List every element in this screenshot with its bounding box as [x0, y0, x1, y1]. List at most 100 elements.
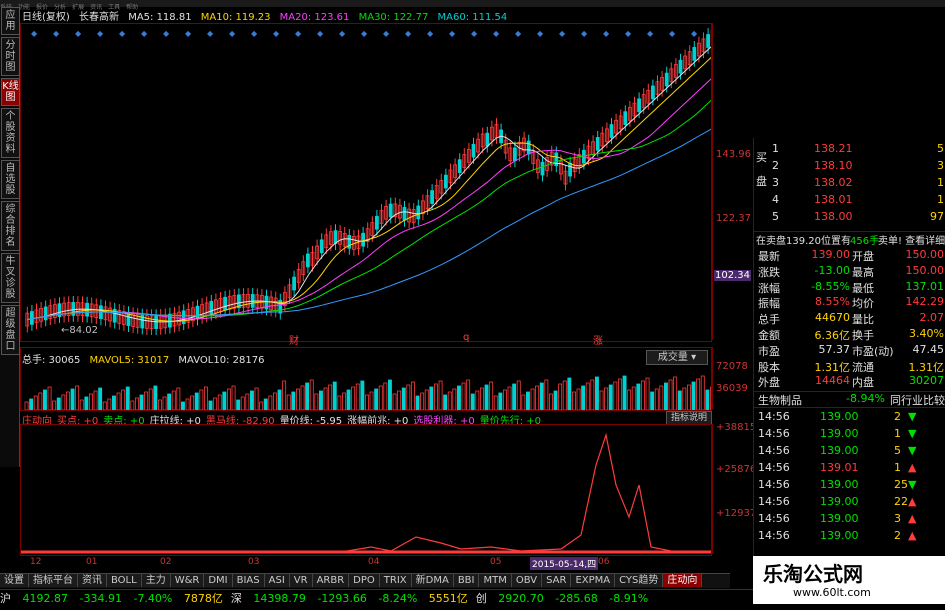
mavol5-label: MAVOL5: 31017	[89, 355, 170, 366]
volume-bar	[489, 381, 494, 411]
quote-key: 流通	[852, 360, 874, 374]
big-order-info[interactable]: 在卖盘139.20位置有 456手 卖单! 查看详细	[754, 231, 945, 247]
volume-bar	[525, 391, 530, 411]
bid-level-row[interactable]: 4 138.01 1	[754, 193, 945, 208]
indicator-tab[interactable]: ARBR	[312, 574, 350, 587]
marker-diamond: ◆	[53, 29, 60, 38]
volume-bar	[305, 382, 310, 411]
arrow-down-icon: ▼	[908, 444, 917, 457]
indicator-tab[interactable]: 庄动向	[663, 574, 703, 587]
candle-body	[43, 306, 48, 321]
bid-level-row[interactable]: 2 138.10 3	[754, 159, 945, 174]
indicator-tab[interactable]: MTM	[479, 574, 512, 587]
volume-bar	[61, 394, 66, 411]
volume-bar	[392, 393, 397, 411]
volume-bar	[139, 394, 144, 411]
volume-bar	[185, 398, 190, 411]
cy-label: 创	[475, 592, 487, 605]
scale-mid: 122.37	[716, 213, 751, 224]
volume-bar	[33, 395, 38, 411]
quote-key: 外盘	[758, 376, 780, 390]
marker-diamond: ◆	[449, 29, 456, 38]
quote-value: 150.00	[905, 263, 945, 277]
left-nav-tab[interactable]: 自选股	[1, 160, 20, 199]
big-order-link[interactable]: 卖单! 查看详细	[878, 232, 945, 247]
volume-bar	[429, 386, 434, 411]
period-label[interactable]: 日线(复权)	[22, 12, 70, 23]
indicator-tab[interactable]: 新DMA	[411, 574, 454, 587]
indicator-tab[interactable]: 主力	[141, 574, 171, 587]
bid-level-row[interactable]: 5 138.00 97	[754, 210, 945, 225]
volume-bar	[162, 396, 167, 411]
quote-value: 142.29	[905, 295, 945, 309]
candle-body	[664, 72, 669, 87]
left-nav-tab[interactable]: 个股资料	[1, 108, 20, 158]
left-nav-tab[interactable]: 分时图	[1, 37, 20, 76]
volume-bar	[682, 387, 687, 411]
indicator-tab[interactable]: DMI	[204, 574, 233, 587]
tick-volume: 25	[894, 478, 908, 491]
indicator-tab[interactable]: BBI	[453, 574, 480, 587]
left-nav-tab[interactable]: K线图	[1, 78, 20, 106]
indicator-chart[interactable]	[20, 424, 712, 556]
indicator-tab[interactable]: BIAS	[232, 574, 265, 587]
indicator-tab[interactable]: ASI	[264, 574, 290, 587]
indicator-tab[interactable]: DPO	[349, 574, 380, 587]
quote-value: 2.07	[919, 311, 945, 325]
arrow-down-icon: ▼	[908, 427, 917, 440]
volume-bar	[641, 380, 645, 411]
volume-bar	[650, 391, 655, 411]
indicator-tab[interactable]: EXPMA	[571, 574, 616, 587]
indicator-tab[interactable]: TRIX	[379, 574, 412, 587]
volume-bar	[249, 390, 254, 411]
candle-body	[651, 85, 655, 100]
quote-key: 涨幅	[758, 281, 780, 295]
indicator-tab[interactable]: 设置	[0, 574, 29, 587]
left-nav-tab[interactable]: 应用	[1, 7, 20, 35]
volume-bar	[677, 390, 682, 411]
indicator-tab[interactable]: VR	[289, 574, 313, 587]
bid-level-row[interactable]: 3 138.02 1	[754, 176, 945, 191]
indicator-tab[interactable]: 指标平台	[29, 574, 78, 587]
tick-volume: 5	[894, 444, 901, 457]
indicator-tab[interactable]: OBV	[511, 574, 543, 587]
candle-body	[29, 311, 34, 325]
tick-row: 14:56 139.00 25 ▼	[754, 478, 945, 493]
kline-chart[interactable]: ◆ ◆ ◆ ◆ ◆ ◆ ◆ ◆ ◆ ◆ ◆ ◆ ◆ ◆ ◆ ◆ ◆ ◆ ◆ ◆ ◆ ◆ ◆ ◆ ◆ ◆ ◆ ◆ ◆ ◆ ◆ ←84.02 财…	[20, 23, 715, 347]
bid-level-row[interactable]: 1 138.21 5	[754, 142, 945, 157]
volume-bar	[254, 387, 259, 411]
left-nav-tab[interactable]: 牛叉诊股	[1, 253, 20, 303]
marker-diamond: ◆	[163, 29, 170, 38]
time-axis: 12 01 02 03 04 05 2015-05-14,四 06	[20, 556, 710, 570]
volume-bar	[222, 391, 227, 411]
sector-row[interactable]: 生物制品 -8.94% 同行业比较	[754, 391, 945, 408]
quote-row: 最新 139.00 开盘 150.00	[754, 248, 945, 263]
tick-row: 14:56 139.00 2 ▲	[754, 529, 945, 544]
volume-select-button[interactable]: 成交量 ▾	[646, 350, 708, 365]
indicator-tab[interactable]: 资讯	[78, 574, 107, 587]
candle-body	[402, 206, 407, 221]
volume-bar	[98, 387, 103, 411]
quote-row: 股本 1.31亿 流通 1.31亿	[754, 359, 945, 374]
indicator-tab[interactable]: CYS趋势	[615, 574, 664, 587]
indicator-help-button[interactable]: 指标说明	[666, 411, 712, 425]
quote-panel: 买盘 1 138.21 5 2 138.10 3 3 138.02 1 4 138.01 1 5 138.…	[753, 138, 945, 578]
volume-bar	[236, 399, 241, 411]
left-nav: 应用分时图 K线图个股资料自选股综合排名牛叉诊股超级盘口	[0, 7, 20, 467]
marker-zhang: 涨	[593, 336, 603, 347]
volume-bar	[125, 386, 130, 411]
volume-bar	[553, 390, 558, 411]
sector-compare-link[interactable]: 同行业比较	[890, 392, 945, 408]
left-nav-tab[interactable]: 超级盘口	[1, 305, 20, 355]
volume-bar	[420, 392, 425, 411]
indicator-tab[interactable]: BOLL	[107, 574, 142, 587]
quote-value: 1.31亿	[908, 360, 945, 374]
ma30-label: MA30: 122.77	[358, 12, 429, 23]
indicator-tab[interactable]: W&R	[170, 574, 205, 587]
arrow-up-icon: ▲	[908, 495, 917, 508]
left-nav-tab[interactable]: 综合排名	[1, 201, 20, 251]
indicator-tab[interactable]: SAR	[542, 574, 572, 587]
tick-price: 139.00	[820, 444, 859, 457]
volume-bar	[576, 388, 581, 411]
indicator-scale: +388157 +258766 +129376	[712, 422, 763, 554]
